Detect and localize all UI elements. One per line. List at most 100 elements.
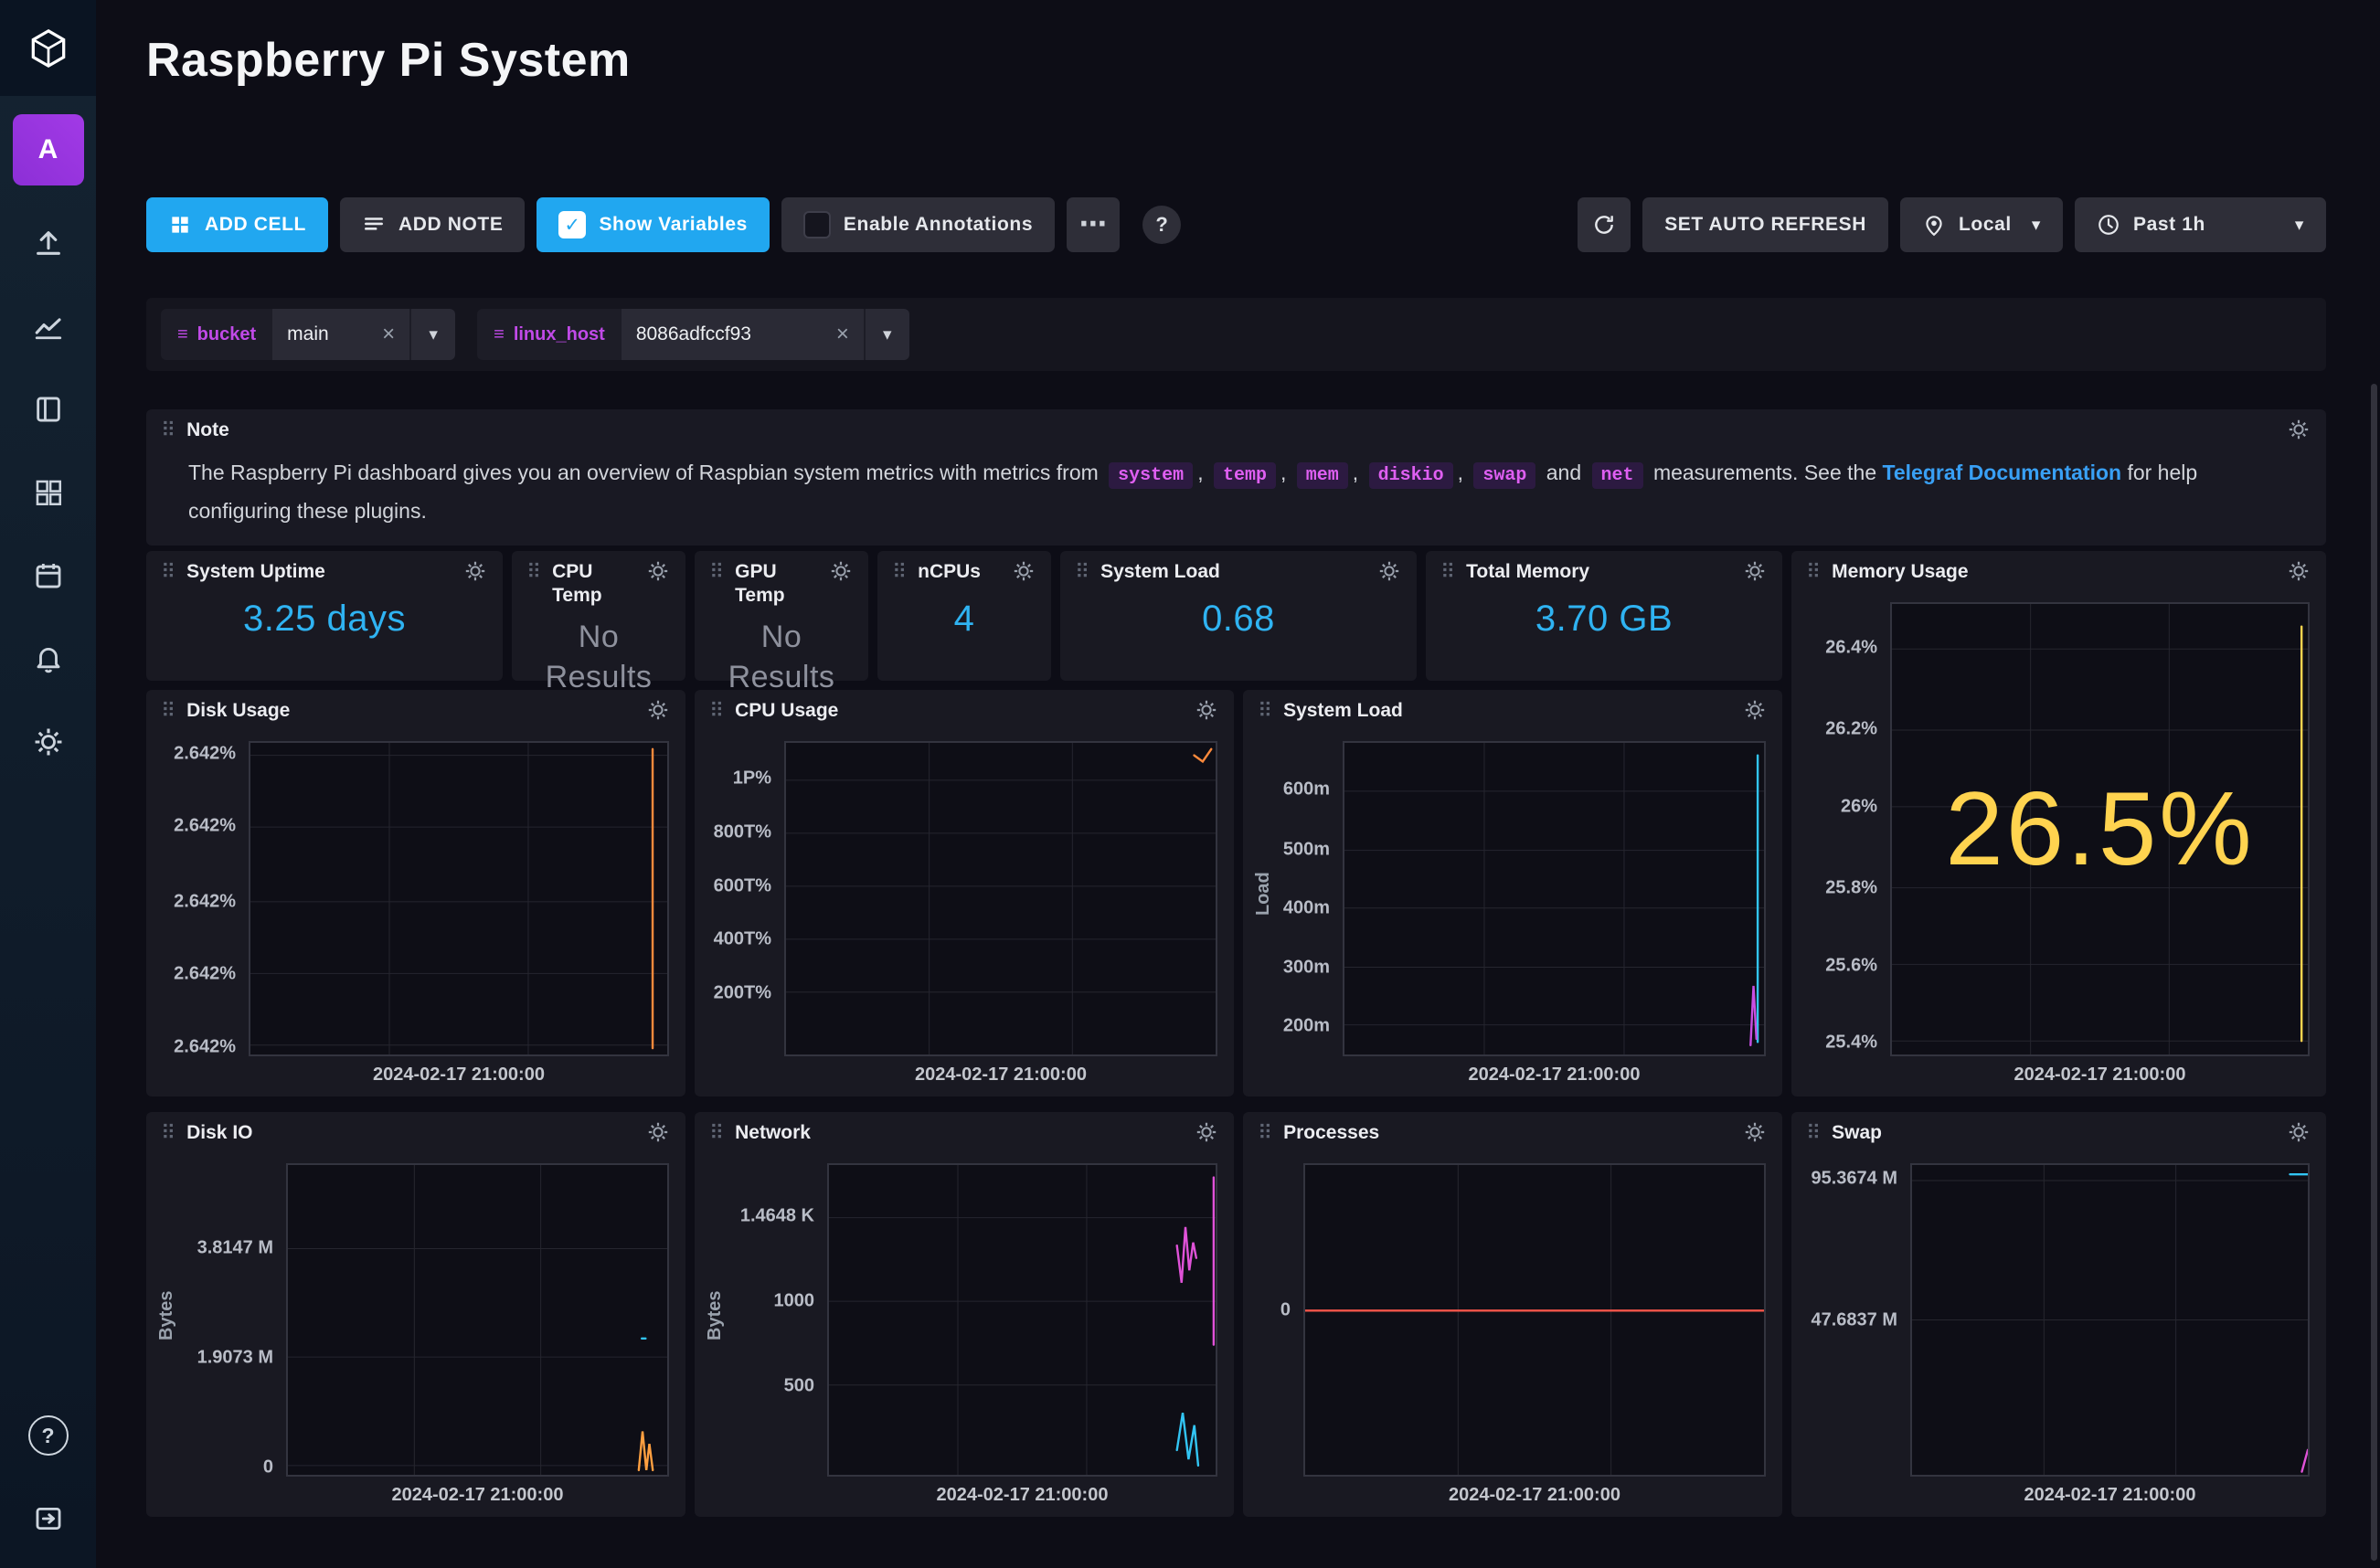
more-options-button[interactable]: ⋯	[1067, 197, 1120, 252]
plot-area[interactable]	[249, 741, 669, 1056]
cell-total-memory: ⠿Total Memory 3.70 GB	[1426, 551, 1782, 681]
y-axis-title: Bytes	[154, 1154, 180, 1477]
tasks-calendar-icon[interactable]	[23, 550, 74, 601]
chevron-down-icon: ▾	[2295, 215, 2304, 236]
notebooks-icon[interactable]	[23, 384, 74, 435]
drag-handle-icon[interactable]: ⠿	[1440, 560, 1455, 584]
set-auto-refresh-button[interactable]: SET AUTO REFRESH	[1642, 197, 1888, 252]
help-button[interactable]: ?	[1142, 206, 1181, 244]
checkbox-unchecked-icon[interactable]	[803, 211, 831, 238]
gear-icon[interactable]	[647, 560, 669, 582]
gear-icon[interactable]	[464, 560, 486, 582]
gear-icon[interactable]	[2288, 560, 2310, 582]
drag-handle-icon[interactable]: ⠿	[161, 699, 175, 723]
cell-system-load-stat: ⠿System Load 0.68	[1060, 551, 1417, 681]
chart-svg	[288, 1165, 667, 1475]
time-range-left: Past 1h	[2097, 213, 2205, 237]
dashboards-icon[interactable]	[23, 467, 74, 518]
plot-area[interactable]	[784, 741, 1217, 1056]
gear-icon[interactable]	[1013, 560, 1035, 582]
plot-area[interactable]	[827, 1163, 1217, 1477]
refresh-icon	[1592, 213, 1616, 237]
note-title: Note	[186, 418, 229, 442]
gear-icon[interactable]	[2288, 1121, 2310, 1143]
x-axis-label: 2024-02-17 21:00:00	[1343, 1056, 1766, 1097]
drag-handle-icon[interactable]: ⠿	[1258, 699, 1272, 723]
x-axis-label: 2024-02-17 21:00:00	[1303, 1477, 1766, 1517]
clear-icon[interactable]: ×	[836, 322, 849, 347]
enable-annotations-toggle[interactable]: Enable Annotations	[781, 197, 1055, 252]
plot-area[interactable]	[1343, 741, 1766, 1056]
drag-handle-icon[interactable]: ⠿	[1806, 1121, 1821, 1145]
checkbox-checked-icon[interactable]: ✓	[558, 211, 586, 238]
show-variables-toggle[interactable]: ✓ Show Variables	[537, 197, 769, 252]
cell-disk-io: ⠿Disk IO Bytes 3.8147 M1.9073 M0 2024-02…	[146, 1112, 685, 1517]
drag-handle-icon[interactable]: ⠿	[709, 560, 724, 584]
drag-handle-icon[interactable]: ⠿	[709, 699, 724, 723]
plot-area[interactable]: 26.5%	[1890, 602, 2310, 1056]
gear-icon[interactable]	[830, 560, 852, 582]
chart-system-load: Load 600m500m400m300m200m 2024-02-17 21:…	[1243, 732, 1782, 1097]
clear-icon[interactable]: ×	[382, 322, 395, 347]
variable-linux-host-chip[interactable]: ≡ linux_host	[477, 309, 622, 360]
gear-icon[interactable]	[1195, 1121, 1217, 1143]
gear-icon[interactable]	[647, 699, 669, 721]
chart-network: Bytes 1.4648 K1000500 2024-02-17 21:00:0…	[695, 1154, 1234, 1517]
pin-icon	[1922, 213, 1946, 237]
y-axis-ticks: 600m500m400m300m200m	[1277, 741, 1339, 1056]
time-range-dropdown[interactable]: Past 1h ▾	[2075, 197, 2326, 252]
refresh-button[interactable]	[1578, 197, 1631, 252]
variable-linux-host-value[interactable]: 8086adfccf93 ×	[622, 309, 864, 360]
alerts-bell-icon[interactable]	[23, 633, 74, 684]
gear-icon[interactable]	[2288, 418, 2310, 440]
gear-icon[interactable]	[1744, 699, 1766, 721]
gear-icon[interactable]	[1378, 560, 1400, 582]
cell-memory-usage: ⠿Memory Usage 26.4%26.2%26%25.8%25.6%25.…	[1791, 551, 2326, 1097]
gear-icon[interactable]	[647, 1121, 669, 1143]
drag-handle-icon[interactable]: ⠿	[526, 560, 541, 584]
scrollbar-thumb[interactable]	[2371, 384, 2377, 1561]
drag-handle-icon[interactable]: ⠿	[1806, 560, 1821, 584]
account-avatar[interactable]: A	[13, 114, 84, 185]
variable-bucket: ≡ bucket main × ▾	[161, 309, 455, 360]
gear-icon[interactable]	[1744, 1121, 1766, 1143]
gear-icon[interactable]	[1744, 560, 1766, 582]
load-data-upload-icon[interactable]	[23, 217, 74, 269]
add-note-button[interactable]: ADD NOTE	[340, 197, 525, 252]
drag-handle-icon[interactable]: ⠿	[161, 418, 175, 442]
note-text: measurements. See the	[1653, 461, 1876, 484]
stat-value: 3.70 GB	[1535, 599, 1673, 640]
drag-handle-icon[interactable]: ⠿	[161, 1121, 175, 1145]
telegraf-documentation-link[interactable]: Telegraf Documentation	[1883, 461, 2122, 484]
drag-handle-icon[interactable]: ⠿	[709, 1121, 724, 1145]
variable-bucket-value[interactable]: main ×	[272, 309, 409, 360]
influxdb-logo-icon[interactable]	[0, 0, 96, 96]
plot-area[interactable]	[1910, 1163, 2310, 1477]
variable-bucket-chip[interactable]: ≡ bucket	[161, 309, 272, 360]
add-cell-button[interactable]: ADD CELL	[146, 197, 328, 252]
help-icon[interactable]: ?	[23, 1410, 74, 1461]
variable-linux-host-caret[interactable]: ▾	[864, 309, 909, 360]
chart-svg	[250, 743, 667, 1054]
variable-bucket-caret[interactable]: ▾	[409, 309, 455, 360]
settings-gear-icon[interactable]	[23, 716, 74, 768]
drag-handle-icon[interactable]: ⠿	[1075, 560, 1089, 584]
plot-area[interactable]	[286, 1163, 669, 1477]
variable-name: bucket	[197, 324, 256, 345]
single-stat: No Results	[695, 611, 868, 697]
timezone-dropdown[interactable]: Local ▾	[1900, 197, 2063, 252]
data-explorer-graph-icon[interactable]	[23, 301, 74, 352]
y-axis-ticks: 1P%800T%600T%400T%200T%	[707, 741, 781, 1056]
grid-icon	[168, 213, 192, 237]
chart-disk-io: Bytes 3.8147 M1.9073 M0 2024-02-17 21:00…	[146, 1154, 685, 1517]
sidebar-nav: A	[0, 96, 96, 768]
presentation-mode-icon[interactable]	[23, 1493, 74, 1544]
cell-disk-usage: ⠿Disk Usage 2.642%2.642%2.642%2.642%2.64…	[146, 690, 685, 1097]
measurement-chip: temp	[1214, 462, 1276, 489]
drag-handle-icon[interactable]: ⠿	[161, 560, 175, 584]
gear-icon[interactable]	[1195, 699, 1217, 721]
plot-area[interactable]	[1303, 1163, 1766, 1477]
drag-handle-icon[interactable]: ⠿	[892, 560, 907, 584]
stat-value: 0.68	[1202, 599, 1275, 640]
drag-handle-icon[interactable]: ⠿	[1258, 1121, 1272, 1145]
